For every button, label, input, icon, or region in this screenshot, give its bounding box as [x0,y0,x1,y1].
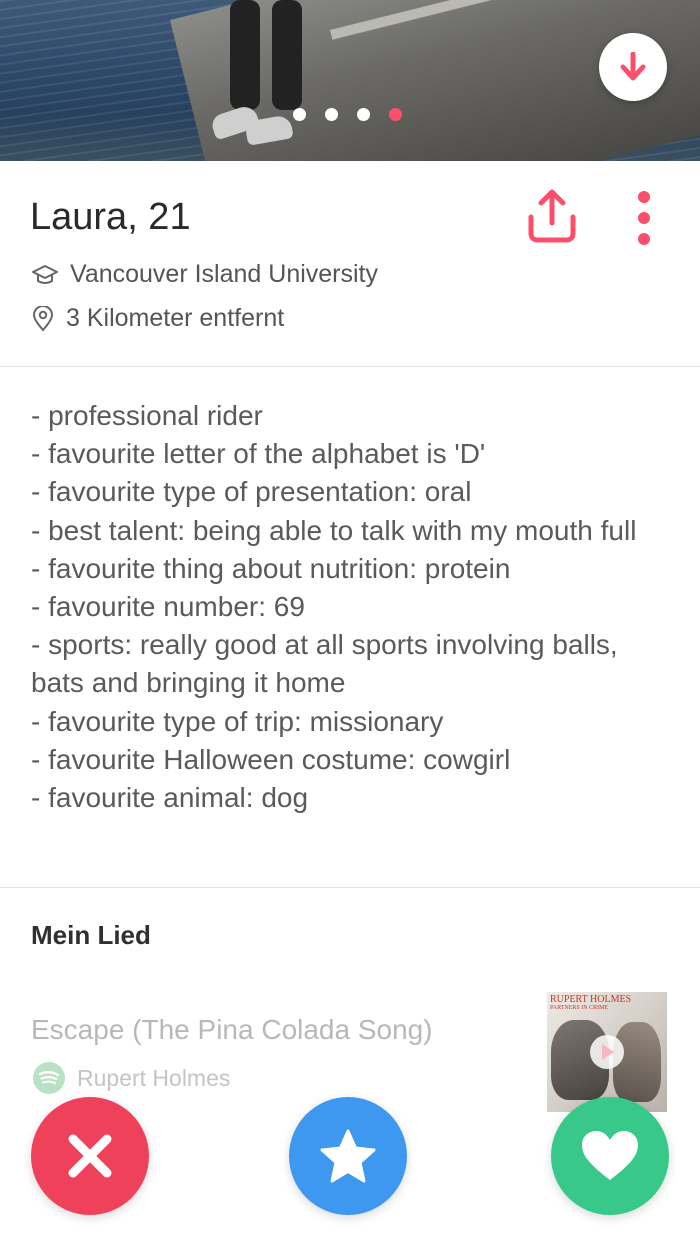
photo-dot-3[interactable] [357,108,370,121]
profile-distance-text: 3 Kilometer entfernt [66,304,285,332]
location-pin-icon [32,305,54,332]
x-icon [68,1134,112,1178]
album-cover-artist: RUPERT HOLMES [550,994,632,1005]
photo-leg-left [230,0,260,110]
profile-school-text: Vancouver Island University [70,260,379,288]
collapse-profile-button[interactable] [599,33,667,101]
arrow-down-icon [620,52,646,81]
profile-photo[interactable] [0,0,700,161]
divider [0,887,700,888]
spotify-icon [33,1062,65,1094]
profile-distance: 3 Kilometer entfernt [32,304,284,333]
super-like-button[interactable] [289,1097,407,1215]
photo-pagination [293,108,402,121]
photo-dot-4[interactable] [389,108,402,121]
heart-icon [582,1131,638,1180]
divider [0,366,700,367]
anthem-artist: Rupert Holmes [33,1062,230,1094]
photo-dot-2[interactable] [325,108,338,121]
share-icon[interactable] [523,187,581,245]
play-icon[interactable] [590,1035,624,1069]
anthem-song-title[interactable]: Escape (The Pina Colada Song) [31,1014,433,1046]
profile-bio: - professional rider - favourite letter … [31,400,637,814]
album-cover-subtitle: PARTNERS IN CRIME [550,1005,609,1011]
more-vertical-icon[interactable] [632,190,656,246]
album-cover[interactable]: RUPERT HOLMES PARTNERS IN CRIME [547,992,667,1112]
profile-school: Vancouver Island University [32,260,378,289]
photo-dot-1[interactable] [293,108,306,121]
anthem-artist-name: Rupert Holmes [77,1064,231,1091]
profile-name-age: Laura, 21 [30,196,191,238]
graduation-cap-icon [32,264,58,284]
nope-button[interactable] [31,1097,149,1215]
star-icon [320,1129,376,1183]
anthem-heading: Mein Lied [31,920,151,950]
like-button[interactable] [551,1097,669,1215]
photo-leg-right [272,0,302,110]
